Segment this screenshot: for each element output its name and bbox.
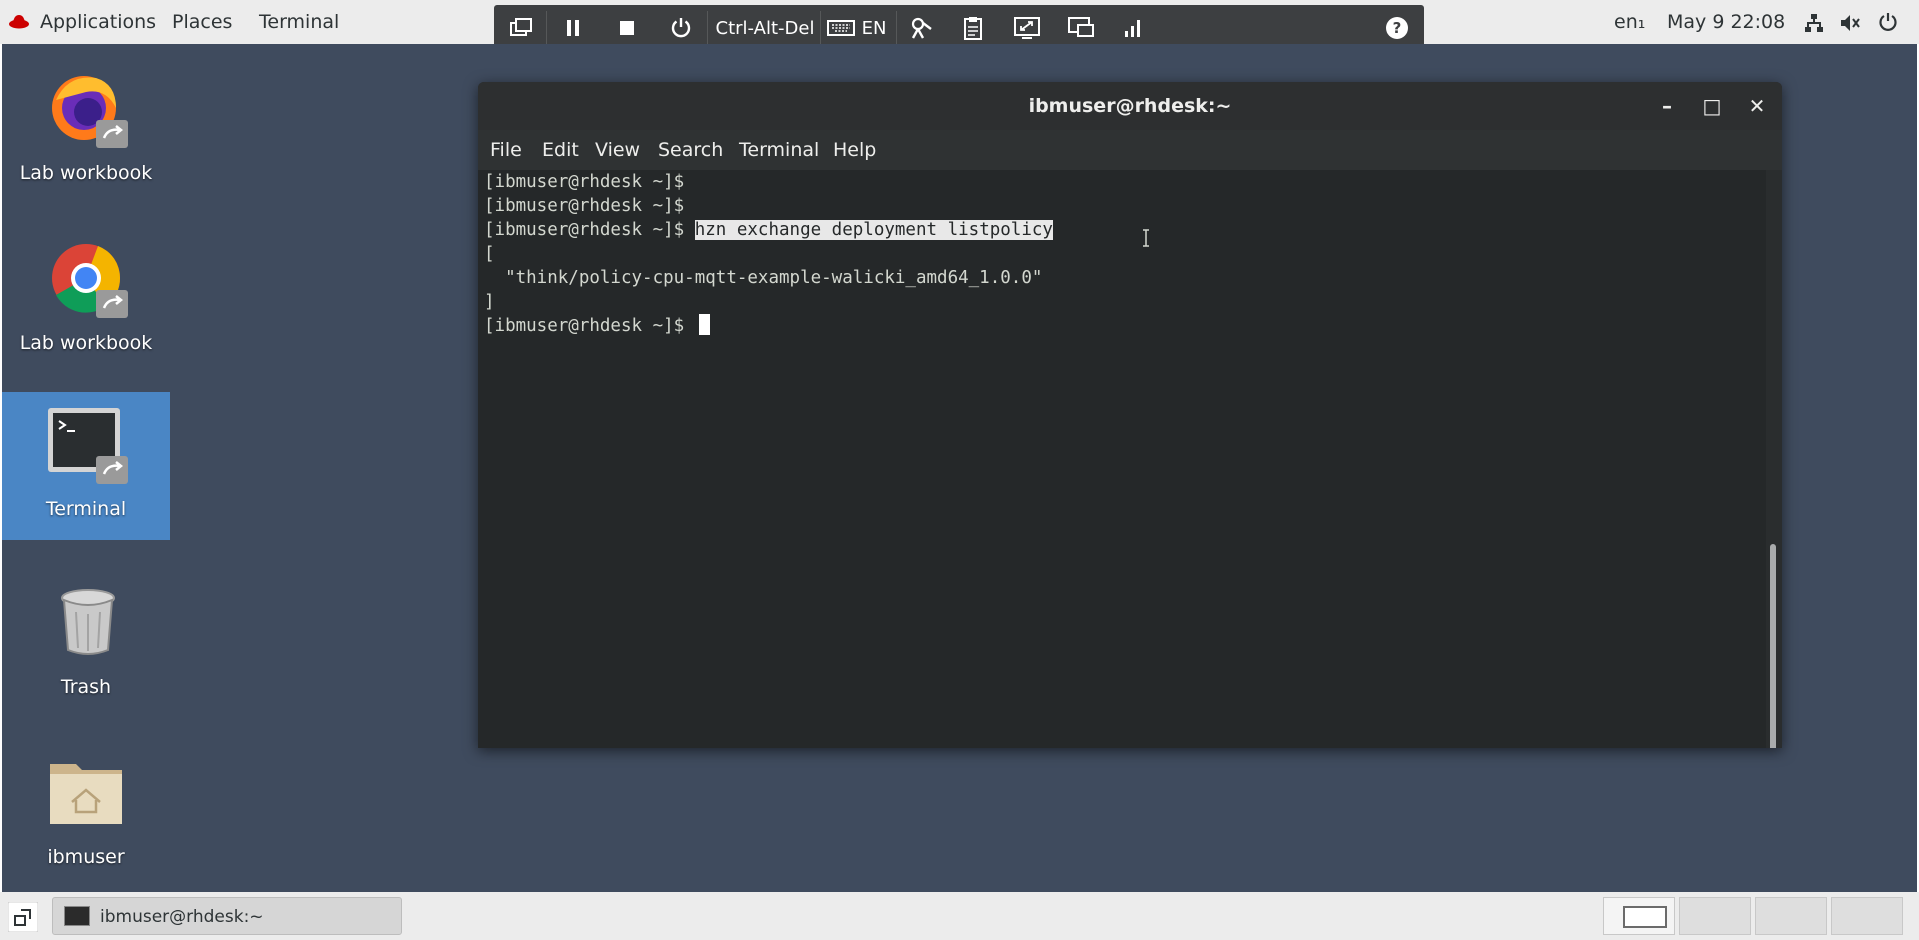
network-icon[interactable]: [1804, 13, 1824, 33]
power-icon[interactable]: [1878, 12, 1898, 32]
menu-terminal[interactable]: Terminal: [739, 139, 819, 161]
taskbar-window-label: ibmuser@rhdesk:~: [100, 907, 264, 927]
terminal-line: ]: [484, 292, 495, 312]
scrollbar-thumb[interactable]: [1770, 544, 1776, 748]
keyboard-language[interactable]: EN: [858, 13, 890, 43]
volume-icon[interactable]: [1840, 13, 1862, 33]
terminal-line: [ibmuser@rhdesk ~]$: [484, 314, 710, 338]
terminal-line: [ibmuser@rhdesk ~]$ hzn exchange deploym…: [484, 220, 1053, 240]
ibeam-cursor-icon: [1143, 229, 1149, 247]
bottom-panel: ibmuser@rhdesk:~: [0, 892, 1919, 940]
terminal-line: [ibmuser@rhdesk ~]$: [484, 172, 695, 192]
terminal-titlebar[interactable]: ibmuser@rhdesk:~ – □ ✕: [478, 82, 1782, 130]
clipboard-icon[interactable]: [956, 13, 990, 43]
desktop-icon-lab-workbook-chrome[interactable]: Lab workbook: [2, 230, 170, 376]
stop-icon[interactable]: [610, 13, 644, 43]
desktop-icon-label: Lab workbook: [19, 162, 153, 184]
switch-window-icon[interactable]: [504, 13, 538, 43]
desktop-icon-label: Trash: [60, 676, 112, 698]
home-folder-icon: [50, 764, 122, 824]
desktop-icon-lab-workbook-firefox[interactable]: Lab workbook: [2, 60, 170, 206]
terminal-menubar: File Edit View Search Terminal Help: [478, 130, 1782, 170]
macro-icon[interactable]: [904, 13, 938, 43]
firefox-icon: [52, 76, 128, 148]
minimize-button[interactable]: –: [1653, 92, 1681, 120]
terminal-icon: [48, 408, 128, 484]
menu-help[interactable]: Help: [833, 139, 876, 161]
places-menu[interactable]: Places: [172, 11, 232, 33]
trash-icon: [61, 589, 115, 655]
maximize-button[interactable]: □: [1698, 92, 1726, 120]
show-desktop-icon[interactable]: [8, 902, 38, 932]
input-source-indicator[interactable]: en₁: [1614, 11, 1645, 33]
close-button[interactable]: ✕: [1743, 92, 1771, 120]
text-cursor: [698, 314, 710, 335]
monitor-icon[interactable]: [1064, 13, 1098, 43]
chrome-icon: [52, 244, 128, 318]
pause-icon[interactable]: [556, 13, 590, 43]
terminal-icon: [64, 906, 90, 926]
workspace-2[interactable]: [1679, 897, 1751, 935]
desktop-icon-label: ibmuser: [47, 846, 125, 868]
workspace-4[interactable]: [1831, 897, 1903, 935]
selected-command: hzn exchange deployment listpolicy: [694, 220, 1053, 240]
terminal-line: "think/policy-cpu-mqtt-example-walicki_a…: [484, 268, 1043, 288]
desktop-icon-label: Lab workbook: [19, 332, 153, 354]
desktop-icon-home[interactable]: ibmuser: [2, 744, 170, 890]
workspace-1[interactable]: [1603, 897, 1675, 935]
keyboard-icon[interactable]: [824, 13, 858, 43]
desktop-icon-terminal[interactable]: Terminal: [2, 392, 170, 540]
terminal-window[interactable]: ibmuser@rhdesk:~ – □ ✕ File Edit View Se…: [478, 82, 1782, 748]
signal-icon[interactable]: [1116, 13, 1150, 43]
terminal-line: [: [484, 244, 495, 264]
workspace-3[interactable]: [1755, 897, 1827, 935]
window-title: ibmuser@rhdesk:~: [1028, 95, 1232, 117]
applications-menu[interactable]: Applications: [40, 11, 156, 33]
terminal-app-menu[interactable]: Terminal: [259, 11, 339, 33]
ctrl-alt-del-button[interactable]: Ctrl-Alt-Del: [714, 13, 816, 43]
menu-edit[interactable]: Edit: [542, 139, 579, 161]
power-icon[interactable]: [664, 13, 698, 43]
menu-file[interactable]: File: [490, 139, 522, 161]
taskbar-window-terminal[interactable]: ibmuser@rhdesk:~: [52, 897, 402, 935]
menu-view[interactable]: View: [595, 139, 640, 161]
desktop-icon-label: Terminal: [45, 498, 127, 520]
menu-search[interactable]: Search: [658, 139, 723, 161]
help-icon[interactable]: ?: [1380, 13, 1414, 43]
desktop-icon-trash[interactable]: Trash: [2, 574, 170, 720]
redhat-logo-icon: [9, 15, 29, 29]
clock[interactable]: May 9 22:08: [1667, 11, 1785, 33]
terminal-output[interactable]: [ibmuser@rhdesk ~]$ [ibmuser@rhdesk ~]$ …: [478, 170, 1766, 748]
terminal-line: [ibmuser@rhdesk ~]$: [484, 196, 695, 216]
resize-icon[interactable]: [1010, 13, 1044, 43]
